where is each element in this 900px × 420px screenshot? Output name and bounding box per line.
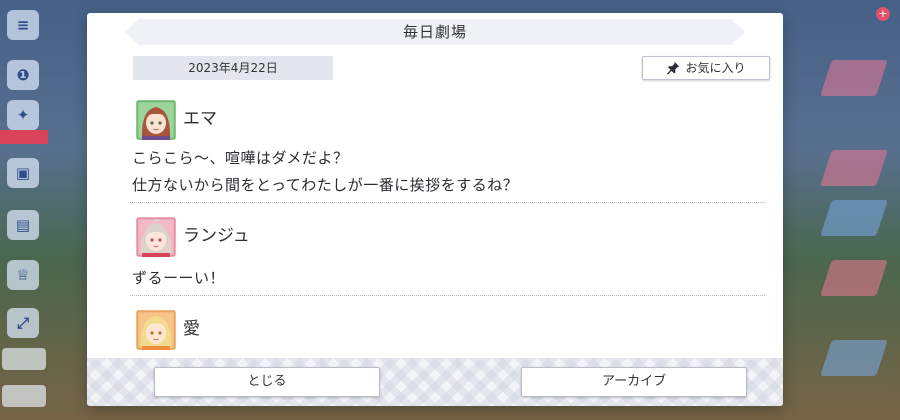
dialogue-list[interactable]: エマ こらこら〜、喧嘩はダメだよ？ 仕方ないから間をとってわたしが一番に挨拶をす… [127,93,767,360]
dialogue-entry: 愛 [127,310,767,354]
left-rail-button[interactable] [2,348,46,370]
emma-avatar-icon [136,100,176,140]
pin-icon [667,61,680,75]
plus-icon[interactable]: + [876,7,890,21]
dialog-title: 毎日劇場 [402,23,467,41]
entry-separator [130,295,765,296]
monitor-icon[interactable]: ▤ [7,210,39,240]
dialogue-entry: ランジュ ずるーーい！ [127,217,767,296]
speaker-name: 愛 [183,319,200,339]
mission-icon[interactable]: ✦ [7,100,39,130]
dialogue-line: ずるーーい！ [132,269,226,287]
speaker-row: ランジュ [127,217,767,261]
right-tile[interactable] [820,340,888,376]
archive-button[interactable]: アーカイブ [521,367,747,397]
dialogue-entry: エマ こらこら〜、喧嘩はダメだよ？ 仕方ないから間をとってわたしが一番に挨拶をす… [127,93,767,203]
favorite-label: お気に入り [685,61,746,75]
dialog-title-bar: 毎日劇場 [125,19,745,45]
left-rail-button[interactable] [2,385,46,407]
daily-theater-dialog: 毎日劇場 2023年4月22日 お気に入り エマ こらこら〜、喧嘩はダメだよ？ … [87,13,783,406]
gift-icon[interactable]: ▣ [7,158,39,188]
right-rail: + [810,0,900,420]
right-tile[interactable] [820,150,888,186]
right-tile[interactable] [820,60,888,96]
event-tag [0,130,48,144]
chat-icon[interactable]: ❶ [7,60,39,90]
speaker-name: ランジュ [183,226,250,246]
lanzhu-avatar-icon [136,217,176,257]
entry-separator [130,202,765,203]
expand-icon[interactable]: ⤢ [7,308,39,338]
speaker-row: 愛 [127,310,767,354]
left-rail: ≡ ❶ ✦ ▣ ▤ ♕ ⤢ [0,0,48,420]
right-tile[interactable] [820,260,888,296]
dialogue-line: こらこら〜、喧嘩はダメだよ？ [132,149,349,167]
ai-avatar-icon [136,310,176,350]
close-button[interactable]: とじる [154,367,380,397]
trophy-icon[interactable]: ♕ [7,260,39,290]
dialog-footer: とじる アーカイブ [87,358,783,406]
right-tile[interactable] [820,200,888,236]
date-label: 2023年4月22日 [133,56,333,80]
favorite-button[interactable]: お気に入り [642,56,770,80]
speaker-row: エマ [127,93,767,140]
dialogue-line: 仕方ないから間をとってわたしが一番に挨拶をするね？ [132,176,519,194]
speaker-name: エマ [183,109,217,129]
menu-icon[interactable]: ≡ [7,10,39,40]
